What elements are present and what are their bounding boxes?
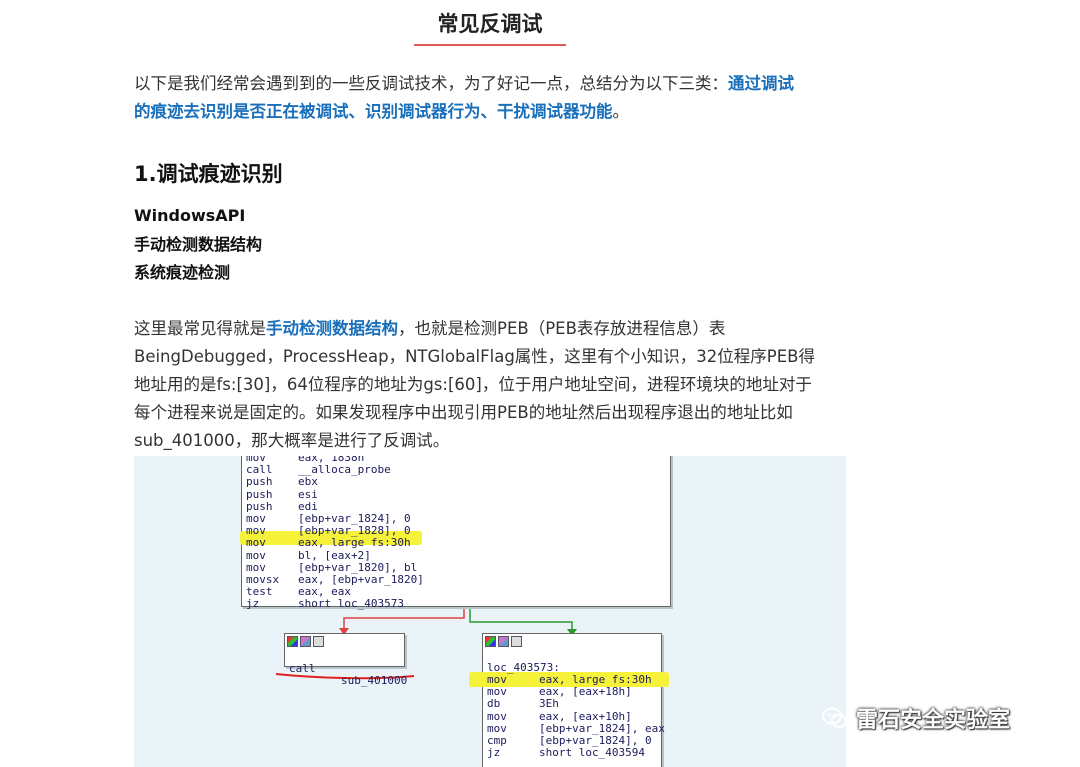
body-text: 这里最常见得就是 xyxy=(134,319,266,338)
page-title: 常见反调试 xyxy=(437,12,543,36)
body-text: BeingDebugged，ProcessHeap，NTGlobalFlag属性… xyxy=(134,347,815,366)
body-highlight: 手动检测数据结构 xyxy=(266,319,398,338)
title-underline xyxy=(414,44,566,46)
section-item: 系统痕迹检测 xyxy=(134,263,231,282)
code-arg: short loc_403573 xyxy=(298,597,404,611)
intro-highlight-2: 的痕迹去识别是否正在被调试、识别调试器行为、干扰调试器功能 xyxy=(134,102,613,121)
code-op: push xyxy=(246,499,273,513)
wechat-icon xyxy=(822,707,847,728)
main-code-block: mov eax, 1838h call __alloca_probe push ebx pu… xyxy=(240,456,671,610)
code-row: mov [ebp+var_1824], 0 xyxy=(242,513,670,525)
code-arg: sub_401000 xyxy=(341,674,408,687)
code-row: test eax, eax xyxy=(242,586,670,598)
code-row: mov eax, large fs:30h xyxy=(483,674,661,686)
body-text: sub_401000，那大概率是进行了反调试。 xyxy=(134,431,450,450)
code-arg: eax, [ebp+var_1820] xyxy=(298,573,424,586)
code-arg: [ebp+var_1828], 0 xyxy=(298,524,411,538)
code-row: movsx eax, [ebp+var_1820] xyxy=(242,574,670,586)
code-arg: eax, [eax+18h] xyxy=(539,685,632,699)
code-row: mov [ebp+var_1824], eax xyxy=(483,721,665,735)
intro-tail: 。 xyxy=(612,102,630,121)
code-op: mov xyxy=(246,512,266,525)
code-arg: esi xyxy=(298,487,318,501)
code-op: mov xyxy=(487,673,507,686)
code-arg: [ebp+var_1820], bl xyxy=(298,560,418,574)
intro-text: 以下是我们经常会遇到到的一些反调试技术，为了好记一点，总结分为以下三类： xyxy=(134,74,728,93)
section-item: WindowsAPI xyxy=(134,206,246,225)
body-text: 地址用的是fs:[30]，64位程序的地址为gs:[60]，位于用户地址空间，进… xyxy=(134,375,812,394)
code-op: mov xyxy=(246,536,266,550)
code-op: mov xyxy=(246,560,266,574)
chart-icon xyxy=(300,636,311,647)
intro-paragraph: 以下是我们经常会遇到到的一些反调试技术，为了好记一点，总结分为以下三类：通过调试… xyxy=(134,70,854,126)
intro-highlight-1: 通过调试 xyxy=(728,74,794,93)
node-toolbar xyxy=(287,636,324,648)
graph-icon xyxy=(485,636,496,647)
code-op: call xyxy=(246,463,273,477)
code-op: mov xyxy=(487,685,507,699)
section-heading: 1.调试痕迹识别 xyxy=(134,162,283,186)
code-arg: eax, [eax+10h] xyxy=(539,709,632,723)
code-row: db 3Eh xyxy=(483,698,661,710)
code-row: jz short loc_403573 xyxy=(242,598,670,610)
code-row: mov eax, [eax+18h] xyxy=(483,686,661,698)
code-arg: ebx xyxy=(298,475,318,489)
code-op: push xyxy=(246,487,273,501)
code-op: mov xyxy=(487,709,507,723)
graph-icon xyxy=(287,636,298,647)
code-row: push esi xyxy=(242,487,670,501)
grid-icon xyxy=(313,636,324,647)
code-screenshot: mov eax, 1838h call __alloca_probe push ebx pu… xyxy=(134,456,846,767)
code-op: push xyxy=(246,475,273,489)
code-arg: bl, [eax+2] xyxy=(298,548,371,562)
code-op: mov xyxy=(246,524,266,538)
left-node: call sub_401000 xyxy=(284,633,407,687)
code-op: mov xyxy=(487,721,507,735)
code-row: mov bl, [eax+2] xyxy=(242,548,670,562)
code-arg: __alloca_probe xyxy=(298,463,391,477)
code-arg: eax, large fs:30h xyxy=(539,673,652,686)
code-op: movsx xyxy=(246,573,280,586)
code-arg: edi xyxy=(298,499,318,513)
code-row: jz short loc_403594 xyxy=(483,747,661,759)
code-arg: [ebp+var_1824], eax xyxy=(539,721,665,735)
code-op: call xyxy=(289,662,316,675)
code-arg: 3Eh xyxy=(539,697,559,711)
code-op: test xyxy=(246,585,273,599)
code-row: mov [ebp+var_1820], bl xyxy=(242,560,670,574)
body-text: 每个进程来说是固定的。如果发现程序中出现引用PEB的地址然后出现程序退出的地址比… xyxy=(134,403,793,422)
section-items: WindowsAPI 手动检测数据结构 系统痕迹检测 xyxy=(134,202,262,288)
right-node: loc_403573: mov eax, large fs:30h mov eax, … xyxy=(469,633,669,767)
code-op: db xyxy=(487,697,501,711)
watermark: 雷石安全实验室 xyxy=(822,702,1010,734)
code-arg: short loc_403594 xyxy=(539,746,645,760)
grid-icon xyxy=(511,636,522,647)
code-row: mov [ebp+var_1828], 0 xyxy=(242,525,670,537)
node-toolbar xyxy=(485,636,522,648)
body-paragraph: 这里最常见得就是手动检测数据结构，也就是检测PEB（PEB表存放进程信息）表 B… xyxy=(134,315,854,455)
code-arg: [ebp+var_1824], 0 xyxy=(298,512,411,525)
code-arg: eax, large fs:30h xyxy=(298,536,411,550)
false-branch-arrow xyxy=(343,609,465,631)
code-row: push edi xyxy=(242,499,670,513)
code-arg: [ebp+var_1824], 0 xyxy=(539,734,652,747)
code-arg: eax, eax xyxy=(298,585,351,599)
code-row: push ebx xyxy=(242,476,670,488)
code-op: jz xyxy=(487,746,501,760)
section-item: 手动检测数据结构 xyxy=(134,234,263,254)
code-op: jz xyxy=(246,597,260,611)
code-row: call __alloca_probe xyxy=(242,464,670,476)
code-row: mov eax, large fs:30h xyxy=(242,537,670,549)
code-op: cmp xyxy=(487,734,507,747)
code-row: cmp [ebp+var_1824], 0 xyxy=(483,735,661,747)
true-branch-arrow xyxy=(469,609,573,632)
code-row: mov eax, [eax+10h] xyxy=(483,709,661,723)
body-text: ，也就是检测PEB（PEB表存放进程信息）表 xyxy=(398,319,726,338)
chart-icon xyxy=(498,636,509,647)
code-op: mov xyxy=(246,548,266,562)
watermark-text: 雷石安全实验室 xyxy=(856,708,1011,733)
